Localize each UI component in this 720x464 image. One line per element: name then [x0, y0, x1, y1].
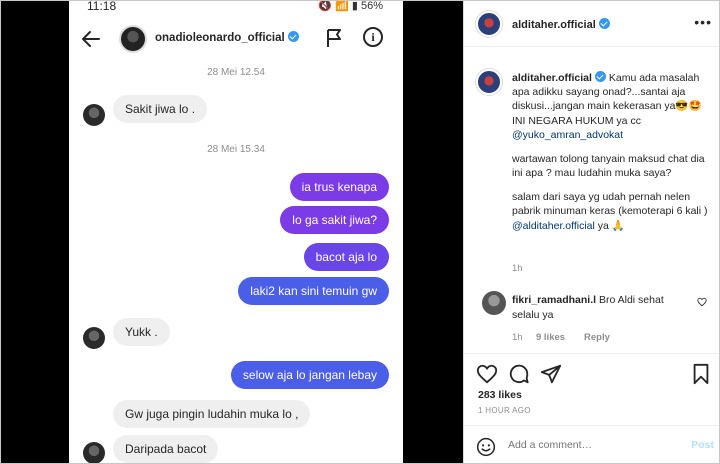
caption-author[interactable]: alditaher.official — [512, 72, 592, 84]
chat-header: onadioleonardo_official i — [69, 17, 403, 63]
author-avatar[interactable] — [476, 11, 502, 37]
flag-icon[interactable] — [325, 28, 343, 48]
comment-username[interactable]: fikri_ramadhani.l — [512, 294, 596, 306]
message-outgoing: selow aja lo jangan lebay — [230, 361, 389, 389]
message-outgoing: lo ga sakit jiwa? — [280, 206, 389, 234]
save-bookmark-icon[interactable] — [690, 363, 712, 385]
mention-link[interactable]: @yuko_amran_advokat — [512, 129, 623, 141]
comment-time[interactable]: 1h — [512, 332, 523, 343]
message-outgoing: ia trus kenapa — [289, 173, 389, 201]
author-username-text: alditaher.official — [512, 19, 596, 31]
caption-text: ya 🙏 — [594, 219, 625, 232]
chat-username[interactable]: onadioleonardo_official — [155, 31, 299, 44]
more-options-icon[interactable]: ••• — [694, 14, 712, 30]
status-time: 11:18 — [87, 1, 117, 13]
verified-badge-icon — [287, 31, 299, 42]
verified-badge-icon — [598, 18, 610, 29]
chat-avatar[interactable] — [119, 25, 147, 53]
dm-screenshot: 11:18 🔇 📶 ▮ 56% onadioleonardo_official … — [69, 1, 403, 463]
chat-username-text: onadioleonardo_official — [155, 32, 285, 44]
sender-avatar — [83, 104, 105, 126]
sender-avatar — [83, 327, 105, 349]
caption-paragraph: wartawan tolong tanyain maksud chat dia … — [512, 152, 705, 180]
timestamp: 28 Mei 15.34 — [207, 144, 265, 155]
message-incoming: Yukk . — [113, 318, 170, 346]
caption-author-avatar[interactable] — [476, 69, 502, 95]
status-icons: 🔇 📶 ▮ 56% — [318, 1, 383, 12]
commenter-avatar[interactable] — [482, 291, 506, 315]
comment: fikri_ramadhani.l Bro Aldi sehat selalu … — [512, 293, 692, 322]
post-button[interactable]: Post — [691, 439, 714, 451]
info-icon[interactable]: i — [363, 27, 383, 47]
post-header: alditaher.official ••• — [464, 1, 719, 47]
comment-bubble-icon[interactable] — [508, 363, 530, 385]
message-incoming: Sakit jiwa lo . — [113, 95, 208, 123]
verified-badge-icon — [594, 71, 606, 82]
screenshot-frame: 11:18 🔇 📶 ▮ 56% onadioleonardo_official … — [0, 0, 720, 464]
status-indicator-icons: 🔇 📶 ▮ — [318, 1, 358, 12]
post-sidebar: alditaher.official ••• alditaher.officia… — [463, 1, 719, 463]
battery-text: 56% — [360, 1, 383, 12]
message-incoming: Gw juga pingin ludahin muka lo , — [113, 400, 311, 428]
post-actions — [464, 353, 719, 393]
caption-time[interactable]: 1h — [512, 263, 523, 274]
back-arrow-icon[interactable] — [81, 29, 101, 49]
status-bar: 11:18 🔇 📶 ▮ 56% — [69, 1, 403, 17]
post-caption: alditaher.official Kamu ada masalah apa … — [512, 71, 710, 243]
comment-input[interactable] — [508, 439, 658, 451]
post-time[interactable]: 1 HOUR AGO — [478, 406, 531, 415]
message-incoming: Daripada bacot — [113, 435, 219, 463]
caption-text: salam dari saya yg udah pernah nelen pab… — [512, 191, 708, 218]
like-heart-icon[interactable] — [476, 363, 498, 385]
mention-link[interactable]: @alditaher.official — [512, 220, 595, 232]
author-username[interactable]: alditaher.official — [512, 18, 610, 31]
add-comment-bar: Post — [464, 425, 719, 463]
emoji-icon[interactable] — [476, 437, 496, 457]
message-outgoing: laki2 kan sini temuin gw — [238, 277, 389, 305]
message-outgoing: bacot aja lo — [303, 243, 389, 271]
timestamp: 28 Mei 12.54 — [207, 67, 265, 78]
reply-link[interactable]: Reply — [584, 332, 610, 343]
share-paper-plane-icon[interactable] — [540, 363, 562, 385]
comment-likes[interactable]: 9 likes — [536, 332, 565, 343]
sender-avatar — [83, 442, 105, 463]
comment-like-heart-icon[interactable] — [697, 297, 707, 307]
likes-count[interactable]: 283 likes — [478, 389, 522, 401]
